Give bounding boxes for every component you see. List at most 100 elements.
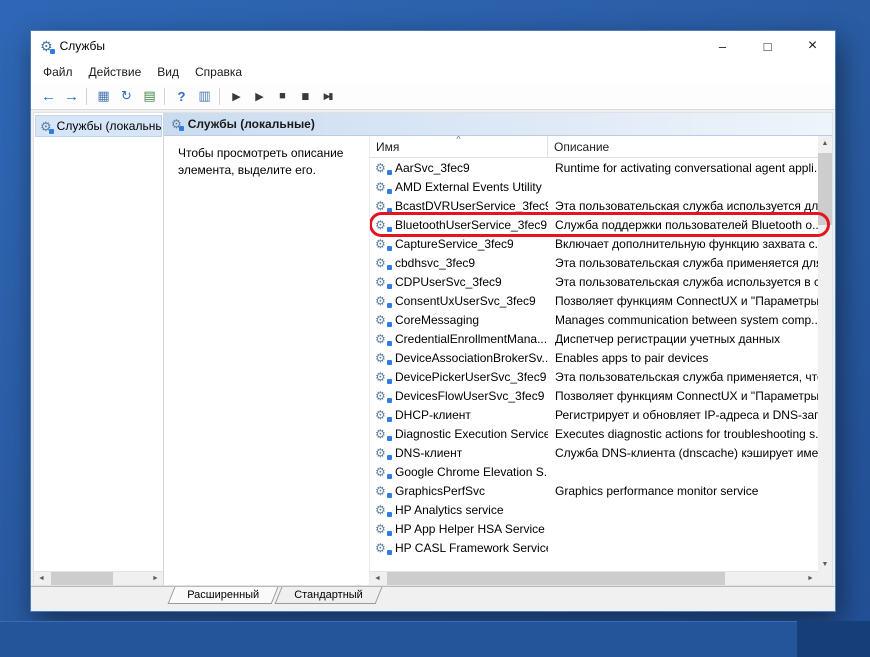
scroll-right-button[interactable]: ► <box>803 571 818 585</box>
close-button[interactable]: × <box>790 31 835 61</box>
services-list: ⚙ AarSvc_3fec9 Runtime for activating conv… <box>370 158 830 571</box>
toolbar: ← → ▦ ↻ ▤? ▥ ▶ ▶ ■ ▮▮ ▶▮ <box>31 83 835 110</box>
service-row[interactable]: ⚙ Diagnostic Execution Service Executes di… <box>370 424 818 443</box>
taskbar <box>0 621 870 657</box>
service-description: Executes diagnostic actions for troubles… <box>555 426 818 441</box>
tab-extended-view[interactable]: Расширенный <box>167 587 279 604</box>
service-gear-icon: ⚙ <box>375 162 392 175</box>
service-description: Включает дополнительную функцию захвата … <box>555 236 818 251</box>
minimize-button[interactable]: – <box>700 31 745 61</box>
refresh-icon[interactable]: ↻ <box>114 85 137 107</box>
service-row[interactable]: ⚙ CredentialEnrollmentMana... Диспетчер ре… <box>370 329 818 348</box>
back-icon[interactable]: ← <box>36 85 59 107</box>
main-body: Чтобы просмотреть описание элемента, выд… <box>164 136 832 585</box>
resume-service-icon[interactable]: ▶ <box>247 85 270 107</box>
service-row[interactable]: ⚙ HP CASL Framework Service <box>370 538 818 557</box>
service-gear-icon: ⚙ <box>375 390 392 403</box>
results-pane-title: Службы (локальные) <box>187 117 315 131</box>
service-row[interactable]: ⚙ ConsentUxUserSvc_3fec9 Позволяет функция… <box>370 291 818 310</box>
service-row[interactable]: ⚙ AarSvc_3fec9 Runtime for activating conv… <box>370 158 818 177</box>
service-row[interactable]: ⚙ AMD External Events Utility <box>370 177 818 196</box>
service-row[interactable]: ⚙ CDPUserSvc_3fec9 Эта пользовательская сл… <box>370 272 818 291</box>
taskbar-tray-area <box>797 621 870 657</box>
stop-service-icon[interactable]: ■ <box>270 85 293 107</box>
menu-view[interactable]: Вид <box>149 63 187 81</box>
services-header-icon: ⚙ <box>171 117 184 131</box>
service-row[interactable]: ⚙ CoreMessaging Manages communication betw… <box>370 310 818 329</box>
service-description: Эта пользовательская служба используется… <box>555 198 818 213</box>
service-row[interactable]: ⚙ DevicePickerUserSvc_3fec9 Эта пользовате… <box>370 367 818 386</box>
list-vertical-scrollbar[interactable]: ▲ ▼ <box>818 136 832 571</box>
menu-help[interactable]: Справка <box>187 63 250 81</box>
service-description: Manages communication between system com… <box>555 312 818 327</box>
service-gear-icon: ⚙ <box>375 466 392 479</box>
column-header-name-label: Имя <box>376 140 400 154</box>
service-description: Позволяет функциям ConnectUX и "Параметр… <box>555 388 818 403</box>
tab-standard-view[interactable]: Стандартный <box>274 587 383 604</box>
list-column-headers: ^ Имя Описание <box>370 136 818 158</box>
vertical-scrollbar-thumb[interactable] <box>818 153 832 225</box>
show-console-tree-icon[interactable]: ▦ <box>91 85 114 107</box>
service-row[interactable]: ⚙ HP App Helper HSA Service <box>370 519 818 538</box>
service-gear-icon: ⚙ <box>375 409 392 422</box>
service-name: cbdhsvc_3fec9 <box>395 255 476 270</box>
service-gear-icon: ⚙ <box>375 485 392 498</box>
tab-standard-label: Стандартный <box>294 589 363 601</box>
window-controls: – □ × <box>700 31 835 61</box>
export-list-icon[interactable]: ▤ <box>137 85 160 107</box>
maximize-button[interactable]: □ <box>745 31 790 61</box>
column-header-name[interactable]: ^ Имя <box>370 136 548 157</box>
service-row[interactable]: ⚙ DevicesFlowUserSvc_3fec9 Позволяет функц… <box>370 386 818 405</box>
service-name: AarSvc_3fec9 <box>395 160 470 175</box>
service-description: Graphics performance monitor service <box>555 483 759 498</box>
services-node-icon: ⚙ <box>40 118 54 134</box>
main-pane: ⚙ Службы (локальные) Чтобы просмотреть о… <box>164 113 832 585</box>
scroll-left-button[interactable]: ◄ <box>370 571 385 585</box>
help-icon[interactable]: ? <box>169 85 192 107</box>
menu-file[interactable]: Файл <box>35 63 81 81</box>
service-row[interactable]: ⚙ cbdhsvc_3fec9 Эта пользовательская служб… <box>370 253 818 272</box>
tree-scrollbar-thumb[interactable] <box>51 571 113 585</box>
service-row[interactable]: ⚙ BcastDVRUserService_3fec9 Эта пользовате… <box>370 196 818 215</box>
service-row[interactable]: ⚙ BluetoothUserService_3fec9 Служба поддер… <box>370 212 830 237</box>
restart-service-icon[interactable]: ▶▮ <box>316 85 339 107</box>
toolbar-separator <box>219 87 220 105</box>
service-gear-icon: ⚙ <box>375 333 392 346</box>
scroll-up-button[interactable]: ▲ <box>818 136 832 150</box>
tree-item-services-local[interactable]: ⚙ Службы (локальные) <box>35 115 162 137</box>
pause-service-icon[interactable]: ▮▮ <box>293 85 316 107</box>
service-description: Диспетчер регистрации учетных данных <box>555 331 781 346</box>
show-action-pane-icon[interactable]: ▥ <box>192 85 215 107</box>
service-name: CaptureService_3fec9 <box>395 236 514 251</box>
service-name: AMD External Events Utility <box>395 179 542 194</box>
console-panes: ⚙ Службы (локальные) ◄ ► ⚙ Службы (локал… <box>33 112 833 586</box>
service-row[interactable]: ⚙ DNS-клиент Служба DNS-клиента (dnscache)… <box>370 443 818 462</box>
list-horizontal-scrollbar[interactable]: ◄ ► <box>370 571 818 585</box>
scroll-left-button[interactable]: ◄ <box>34 571 49 585</box>
column-header-description[interactable]: Описание <box>548 136 818 157</box>
service-name: CoreMessaging <box>395 312 480 327</box>
view-tabs: Расширенный Стандартный <box>31 586 835 605</box>
forward-icon[interactable]: → <box>59 85 82 107</box>
scroll-down-button[interactable]: ▼ <box>818 557 832 571</box>
service-row[interactable]: ⚙ DHCP-клиент Регистрирует и обновляет IP-… <box>370 405 818 424</box>
vertical-scrollbar-track[interactable] <box>818 225 832 557</box>
services-app-icon: ⚙ <box>40 38 55 54</box>
service-gear-icon: ⚙ <box>375 447 392 460</box>
horizontal-scrollbar-thumb[interactable] <box>387 571 725 585</box>
tree-horizontal-scrollbar[interactable]: ◄ ► <box>34 571 163 585</box>
service-row[interactable]: ⚙ GraphicsPerfSvc Graphics performance mon… <box>370 481 818 500</box>
service-row[interactable]: ⚙ Google Chrome Elevation S... <box>370 462 818 481</box>
titlebar[interactable]: ⚙ Службы – □ × <box>31 31 835 61</box>
tab-extended-label: Расширенный <box>187 589 260 601</box>
tree-item-label: Службы (локальные) <box>56 119 161 133</box>
start-service-icon[interactable]: ▶ <box>224 85 247 107</box>
service-description: Регистрирует и обновляет IP-адреса и DNS… <box>555 407 818 422</box>
service-row[interactable]: ⚙ HP Analytics service <box>370 500 818 519</box>
service-gear-icon: ⚙ <box>375 314 392 327</box>
scroll-right-button[interactable]: ► <box>148 571 163 585</box>
service-name: HP Analytics service <box>395 502 504 517</box>
menu-action[interactable]: Действие <box>81 63 150 81</box>
service-row[interactable]: ⚙ DeviceAssociationBrokerSv... Enables app… <box>370 348 818 367</box>
service-row[interactable]: ⚙ CaptureService_3fec9 Включает дополнител… <box>370 234 818 253</box>
